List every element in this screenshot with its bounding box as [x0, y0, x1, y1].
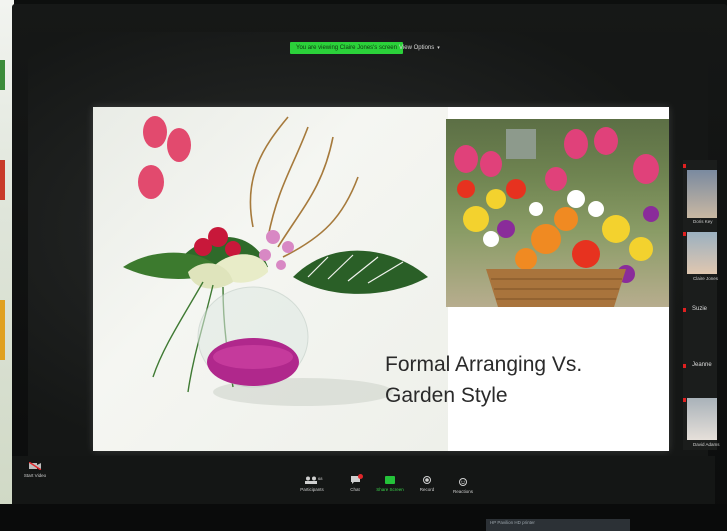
participant-name: David Adams: [693, 442, 720, 447]
slide-title-line-1: Formal Arranging Vs.: [385, 353, 583, 376]
muted-icon: [683, 364, 686, 368]
participant-name: Jeanne: [692, 362, 712, 368]
muted-icon: [683, 164, 686, 168]
view-options-label: View Options: [399, 45, 435, 51]
participant-name: Doris Key: [693, 219, 713, 224]
yellow-strip: [0, 300, 5, 360]
participant-gallery: Doris Key Claire Jones Suzie Jeanne Davi…: [675, 160, 720, 450]
chevron-down-icon: ▾: [437, 45, 440, 51]
participant-video: [687, 170, 717, 218]
record-icon: [423, 476, 431, 484]
meeting-toolbar: Start Video 68 Participants Chat Share S…: [12, 456, 715, 504]
slide-title: Formal Arranging Vs. Garden Style: [385, 349, 582, 411]
monitor-sticker: HP Pavilion HD printer: [486, 519, 630, 531]
share-screen-label: Share Screen: [376, 487, 404, 492]
record-button[interactable]: Record: [417, 476, 437, 492]
red-strip: [0, 160, 5, 200]
share-screen-button[interactable]: Share Screen: [374, 476, 406, 492]
start-video-label: Start Video: [23, 473, 47, 478]
chat-notification-badge: [358, 474, 363, 479]
record-label: Record: [419, 487, 435, 492]
muted-icon: [683, 398, 686, 402]
participants-button[interactable]: 68 Participants: [296, 476, 328, 492]
slide-title-line-2: Garden Style: [385, 384, 508, 407]
muted-icon: [683, 232, 686, 236]
reactions-button[interactable]: Reactions: [450, 478, 476, 494]
participant-video: [687, 232, 717, 274]
participant-tile[interactable]: Suzie: [683, 284, 717, 338]
reactions-label: Reactions: [452, 489, 473, 494]
garden-basket-illustration: [454, 127, 659, 307]
participants-count: 68: [318, 476, 323, 481]
participants-label: Participants: [300, 487, 324, 492]
participant-tile[interactable]: Doris Key: [683, 160, 717, 228]
participant-name: Claire Jones: [693, 276, 719, 281]
screen-share-banner: You are viewing Claire Jones's screen: [290, 42, 403, 54]
participant-tile[interactable]: David Adams: [683, 394, 720, 450]
start-video-button[interactable]: Start Video: [20, 462, 50, 478]
chat-button[interactable]: Chat: [345, 474, 365, 492]
share-screen-icon: [385, 476, 395, 484]
participant-name: Suzie: [692, 306, 708, 312]
participant-tile[interactable]: Claire Jones: [683, 228, 719, 284]
green-strip: [0, 60, 5, 90]
participant-video: [687, 398, 717, 440]
shared-slide: Formal Arranging Vs. Garden Style: [93, 107, 669, 451]
participant-tile[interactable]: Jeanne: [683, 338, 717, 394]
chat-label: Chat: [350, 487, 360, 492]
muted-icon: [683, 308, 686, 312]
reactions-icon: [459, 478, 467, 486]
view-options-menu[interactable]: View Options ▾: [399, 43, 440, 53]
garden-style-image: [446, 119, 669, 307]
video-off-icon: [29, 462, 41, 470]
